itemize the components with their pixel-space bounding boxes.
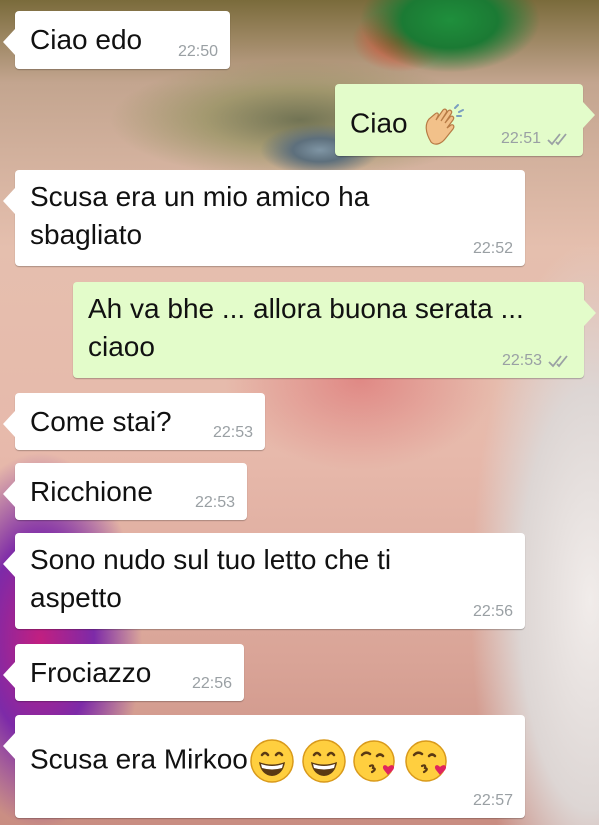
message-meta: 22:56: [473, 603, 513, 621]
message-bubble-incoming[interactable]: Ciao edo 22:50: [3, 11, 230, 69]
message-time: 22:53: [194, 494, 235, 511]
message-time: 22:56: [191, 675, 232, 692]
message-bubble-incoming[interactable]: Come stai? 22:53: [3, 393, 265, 450]
message-meta: 22:52: [473, 240, 513, 258]
grinning-face-emoji-icon: [300, 737, 348, 785]
face-throwing-kiss-emoji-icon: [404, 737, 452, 785]
message-text: Scusa era un mio amico ha sbagliato: [30, 181, 370, 250]
message-time: 22:56: [472, 603, 513, 620]
message-meta: 22:53: [213, 424, 253, 442]
waving-hand-emoji-icon: [419, 102, 465, 148]
message-meta: 22:57: [473, 792, 513, 810]
message-meta: 22:50: [178, 43, 218, 61]
message-time: 22:51: [500, 130, 541, 147]
read-receipt-icon: [547, 133, 567, 146]
message-time: 22:53: [501, 352, 542, 369]
message-time: 22:53: [212, 424, 253, 441]
message-bubble-incoming[interactable]: Scusa era un mio amico ha sbagliato 22:5…: [3, 170, 525, 266]
message-meta: 22:56: [192, 675, 232, 693]
message-time: 22:52: [472, 240, 513, 257]
message-text: Frociazzo: [30, 657, 152, 688]
message-bubble-incoming[interactable]: Ricchione 22:53: [3, 463, 247, 520]
message-bubble-incoming[interactable]: Scusa era Mirkoo 22:57: [3, 715, 525, 818]
message-text: Scusa era Mirkoo: [30, 743, 248, 775]
chat-conversation: Ciao edo 22:50 Ciao 22:51 Scusa era un m…: [0, 0, 599, 825]
message-meta: 22:53: [502, 352, 572, 370]
message-bubble-incoming[interactable]: Frociazzo 22:56: [3, 644, 244, 701]
message-bubble-outgoing[interactable]: Ciao 22:51: [335, 84, 595, 156]
message-meta: 22:51: [501, 130, 571, 148]
face-throwing-kiss-emoji-icon: [352, 737, 400, 785]
message-text: Sono nudo sul tuo letto che ti aspetto: [30, 544, 392, 613]
message-bubble-outgoing[interactable]: Ah va bhe ... allora buona serata ... ci…: [73, 282, 596, 378]
message-text: Ricchione: [30, 476, 153, 507]
grinning-face-emoji-icon: [248, 737, 296, 785]
message-bubble-incoming[interactable]: Sono nudo sul tuo letto che ti aspetto 2…: [3, 533, 525, 629]
message-meta: 22:53: [195, 494, 235, 512]
read-receipt-icon: [548, 355, 568, 368]
message-time: 22:57: [472, 792, 513, 809]
message-text: Ciao edo: [30, 24, 143, 55]
message-text: Come stai?: [30, 406, 172, 437]
message-time: 22:50: [177, 43, 218, 60]
message-text: Ciao: [350, 107, 408, 139]
